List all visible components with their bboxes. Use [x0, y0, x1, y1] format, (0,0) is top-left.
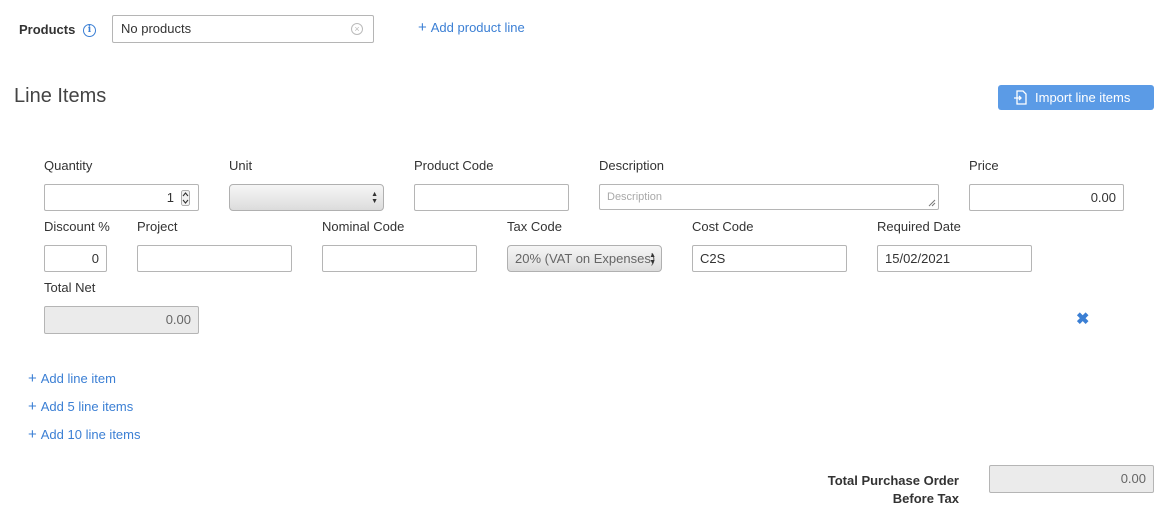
import-line-items-button[interactable]: Import line items: [998, 85, 1154, 110]
required-date-label: Required Date: [877, 219, 961, 234]
total-before-tax-label: Total Purchase Order Before Tax: [780, 472, 959, 508]
required-date-input[interactable]: 15/02/2021: [877, 245, 1032, 272]
cost-code-label: Cost Code: [692, 219, 754, 234]
resize-grip-icon[interactable]: [928, 199, 936, 207]
quantity-label: Quantity: [44, 158, 93, 173]
price-value: 0.00: [1090, 190, 1116, 205]
discount-label: Discount %: [44, 219, 110, 234]
total-net-label: Total Net: [44, 280, 96, 295]
plus-icon: +: [28, 370, 37, 387]
select-arrows-icon: ▲ ▼: [371, 191, 378, 205]
add-product-line-link[interactable]: + Add product line: [418, 20, 525, 36]
project-input[interactable]: [137, 245, 292, 272]
nominal-code-label: Nominal Code: [322, 219, 405, 234]
import-file-icon: [1014, 90, 1027, 105]
total-before-tax-value: 0.00: [1120, 471, 1146, 486]
total-label-line1: Total Purchase Order: [827, 473, 959, 488]
quantity-input[interactable]: 1: [44, 184, 199, 211]
nominal-code-input[interactable]: [322, 245, 477, 272]
products-select[interactable]: No products ×: [112, 15, 374, 43]
plus-icon: +: [418, 19, 427, 36]
product-code-label: Product Code: [414, 158, 494, 173]
plus-icon: +: [28, 426, 37, 443]
cost-code-input[interactable]: C2S: [692, 245, 847, 272]
description-textarea[interactable]: Description: [599, 184, 939, 210]
add-5-line-items-link[interactable]: + Add 5 line items: [28, 399, 133, 415]
remove-x-icon[interactable]: ✖: [1076, 312, 1089, 328]
price-label: Price: [969, 158, 999, 173]
unit-select[interactable]: ▲ ▼: [229, 184, 384, 211]
plus-icon: +: [28, 398, 37, 415]
tax-code-label: Tax Code: [507, 219, 562, 234]
info-icon[interactable]: i: [83, 24, 96, 37]
select-arrows-icon: ▲ ▼: [649, 252, 656, 266]
project-label: Project: [137, 219, 178, 234]
stepper-arrows-icon[interactable]: [181, 190, 190, 206]
import-line-items-label: Import line items: [1035, 90, 1131, 105]
discount-input[interactable]: 0: [44, 245, 107, 272]
clear-circle-icon[interactable]: ×: [351, 23, 363, 35]
required-date-value: 15/02/2021: [885, 251, 951, 266]
line-items-title: Line Items: [14, 85, 107, 107]
unit-label: Unit: [229, 158, 253, 173]
discount-value: 0: [91, 251, 99, 266]
description-label: Description: [599, 158, 665, 173]
tax-code-value: 20% (VAT on Expenses): [515, 251, 656, 266]
price-input[interactable]: 0.00: [969, 184, 1124, 211]
add-5-line-items-label: Add 5 line items: [40, 399, 134, 414]
description-placeholder: Description: [607, 191, 663, 203]
add-product-line-label: Add product line: [430, 20, 525, 35]
add-10-line-items-link[interactable]: + Add 10 line items: [28, 427, 141, 443]
products-label: Products: [19, 22, 76, 37]
product-code-input[interactable]: [414, 184, 569, 211]
add-10-line-items-label: Add 10 line items: [40, 427, 141, 442]
total-label-line2: Before Tax: [892, 491, 959, 506]
add-line-item-link[interactable]: + Add line item: [28, 371, 116, 387]
products-select-value: No products: [121, 21, 192, 36]
add-line-item-label: Add line item: [40, 371, 116, 386]
quantity-value: 1: [166, 190, 174, 205]
total-net-input: 0.00: [44, 306, 199, 334]
cost-code-value: C2S: [700, 251, 726, 266]
total-before-tax-input: 0.00: [989, 465, 1154, 493]
tax-code-select[interactable]: 20% (VAT on Expenses) ▲ ▼: [507, 245, 662, 272]
total-net-value: 0.00: [165, 312, 191, 327]
